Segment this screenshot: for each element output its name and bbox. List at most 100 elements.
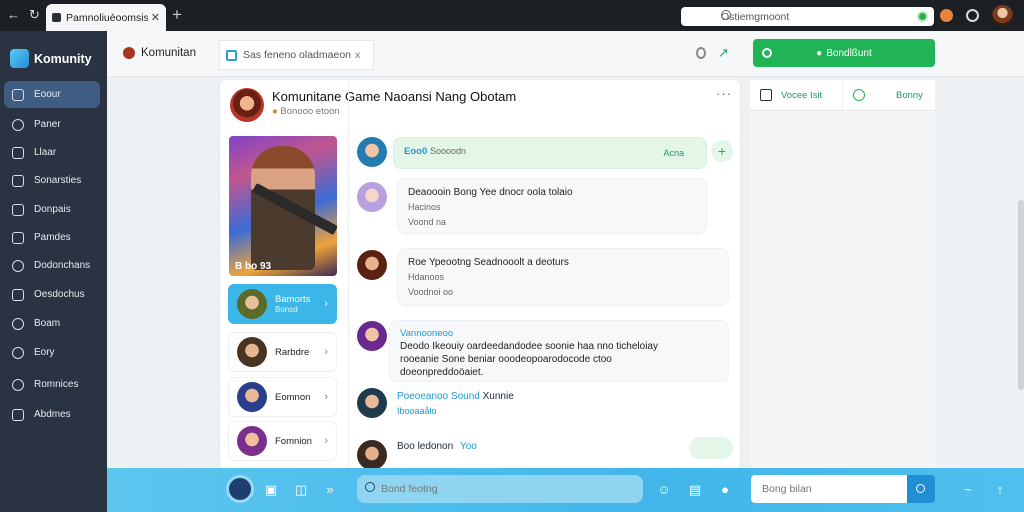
settings-icon[interactable]	[966, 9, 979, 22]
member-name: Bamorts	[275, 294, 311, 305]
scrollbar[interactable]	[1018, 200, 1024, 390]
app-name[interactable]: Komunitan	[123, 47, 196, 59]
sidebar-item-0[interactable]: Eoour	[4, 81, 100, 108]
right-panel-tabs: Vocee Isit Bonny	[750, 80, 936, 111]
send-arrow-icon[interactable]: »	[321, 481, 339, 499]
gif-icon[interactable]: ◫	[292, 481, 310, 499]
message-inline[interactable]: Boo ledonon Yoo	[397, 441, 477, 452]
home-button[interactable]	[226, 475, 254, 503]
secure-status-icon	[917, 11, 928, 22]
sidebar-item-6[interactable]: Dodonchans	[4, 252, 100, 279]
sticker-icon[interactable]: ●	[716, 481, 734, 499]
message-avatar	[357, 388, 387, 418]
message-inline[interactable]: Poeoeanoo Sound Xunnie Ibooaaålo	[397, 390, 514, 418]
profile-avatar[interactable]	[992, 5, 1013, 26]
status-icon	[853, 89, 865, 101]
brand[interactable]: Komunity	[10, 49, 92, 68]
sidebar-item-label: Pamdes	[34, 232, 71, 243]
sidebar-item-9[interactable]: Eory	[4, 339, 100, 366]
game-hero-image[interactable]: B bo 93	[229, 136, 337, 276]
member-item[interactable]: Eomnon ›	[228, 377, 337, 417]
brand-logo-icon	[10, 49, 29, 68]
attach-icon[interactable]: ▤	[686, 481, 704, 499]
chevron-right-icon: ›	[324, 391, 328, 403]
message-bubble[interactable]: Eoo0 Soooodn Acna	[393, 137, 707, 169]
reaction-pill[interactable]	[689, 437, 733, 459]
member-status: Bonsd	[275, 305, 298, 314]
member-avatar	[237, 426, 267, 456]
sidebar-item-4[interactable]: Donpais	[4, 196, 100, 223]
member-item[interactable]: Bamorts Bonsd ›	[228, 284, 337, 324]
sidebar-item-label: Boam	[34, 318, 61, 329]
add-reaction-icon[interactable]: +	[711, 140, 733, 162]
image-icon[interactable]: ▣	[262, 481, 280, 499]
list-icon	[12, 174, 24, 187]
doc-icon	[12, 203, 24, 216]
sidebar-item-label: Dodonchans	[34, 260, 91, 271]
message-bubble[interactable]: Deaoooin Bong Yee dnocr oola tolaio Haci…	[397, 178, 707, 234]
find-button[interactable]	[907, 475, 935, 503]
brand-name: Komunity	[34, 51, 92, 66]
share-icon[interactable]: ↗	[718, 45, 729, 61]
link-icon	[12, 259, 24, 272]
group-avatar[interactable]	[230, 88, 264, 122]
hero-caption: B bo 93	[235, 261, 272, 272]
reload-icon[interactable]: ↻	[29, 8, 40, 22]
sidebar-item-10[interactable]: Romnices	[4, 371, 100, 398]
member-avatar	[237, 337, 267, 367]
sidebar-item-8[interactable]: Boam	[4, 310, 100, 337]
find-input[interactable]	[751, 475, 907, 503]
message-avatar	[357, 182, 387, 212]
close-breadcrumb-icon[interactable]: x	[355, 49, 360, 61]
sidebar-item-11[interactable]: Abdmes	[4, 401, 100, 428]
message-input[interactable]	[357, 475, 643, 503]
notification-icon[interactable]	[696, 47, 706, 59]
close-tab-icon[interactable]: ✕	[151, 11, 160, 24]
breadcrumb[interactable]: Sas feneno oladmaeon x	[219, 40, 374, 70]
sidebar-item-2[interactable]: Llaar	[4, 139, 100, 166]
member-avatar	[237, 289, 267, 319]
app-logo-icon	[123, 47, 135, 59]
sidebar: Komunity Eoour Paner Llaar Sonarsties Do…	[0, 31, 107, 512]
member-item[interactable]: Fomnion ›	[228, 421, 337, 461]
tab-bonny[interactable]: Bonny	[843, 80, 936, 110]
sidebar-item-label: Sonarsties	[34, 175, 82, 186]
member-name: Rarbdre	[275, 346, 310, 358]
browser-tab[interactable]: Pamnoliuèoomsis ✕	[46, 4, 166, 31]
extension-icon[interactable]	[940, 9, 953, 22]
member-item[interactable]: Rarbdre ›	[228, 332, 337, 372]
address-bar[interactable]: Ostiemgmoont	[681, 7, 934, 26]
chat-icon	[12, 118, 24, 131]
sidebar-item-label: Llaar	[34, 147, 57, 158]
composer-bar: ▣ ◫ » ☺ ▤ ● ~ ↑	[107, 468, 1024, 512]
search-icon	[365, 482, 375, 492]
shield-icon: ●	[272, 106, 278, 117]
sidebar-item-1[interactable]: Paner	[4, 111, 100, 138]
group-subtitle: ● Bonooo etoon	[272, 106, 340, 117]
sidebar-item-5[interactable]: Pamdes	[4, 224, 100, 251]
join-button[interactable]: ● Bondlßunt	[753, 39, 935, 67]
sidebar-item-7[interactable]: Oesdochus	[4, 281, 100, 308]
search-icon	[721, 10, 731, 20]
sidebar-item-3[interactable]: Sonarsties	[4, 167, 100, 194]
message-bubble[interactable]: Roe Ypeootng Seadnooolt a deoturs Hdanoo…	[397, 248, 729, 306]
box-icon	[12, 288, 24, 301]
settings-icon	[12, 408, 24, 421]
sidebar-item-label: Eory	[34, 347, 55, 358]
sidebar-item-label: Donpais	[34, 204, 71, 215]
circle-icon	[12, 317, 24, 330]
tab-voice[interactable]: Vocee Isit	[750, 80, 843, 110]
sidebar-item-label: Abdmes	[34, 409, 71, 420]
upload-icon[interactable]: ↑	[991, 481, 1009, 499]
group-card: Komunitane Game Naoansi Nang Obotam ● Bo…	[220, 80, 740, 470]
back-icon[interactable]: ←	[7, 8, 20, 22]
search-icon	[916, 484, 925, 493]
message-bubble[interactable]: Vannooneoo Deodo Ikeouiy oardeedandodee …	[389, 320, 729, 382]
new-tab-icon[interactable]: +	[172, 6, 182, 23]
sidebar-item-label: Eoour	[34, 89, 61, 100]
breadcrumb-text: Sas feneno oladmaeon	[243, 49, 351, 61]
status-ring-icon	[762, 48, 772, 58]
emoji-icon[interactable]: ☺	[655, 481, 673, 499]
message-avatar	[357, 137, 387, 167]
wave-icon[interactable]: ~	[959, 481, 977, 499]
